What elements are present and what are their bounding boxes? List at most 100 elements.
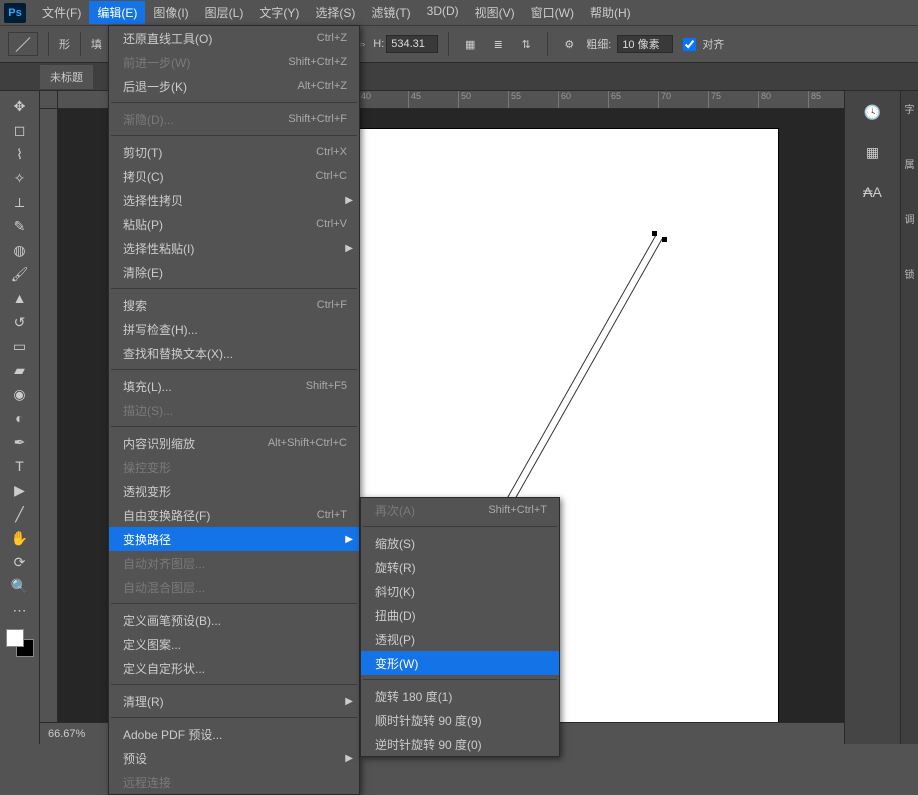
align-edges-checkbox[interactable]: [683, 38, 696, 51]
menu-文字[interactable]: 文字(Y): [251, 1, 307, 24]
menu-3d[interactable]: 3D(D): [419, 1, 467, 24]
tool-eyedropper[interactable]: ✎: [8, 215, 32, 237]
menu-窗口[interactable]: 窗口(W): [523, 1, 582, 24]
tool-gradient[interactable]: ▰: [8, 359, 32, 381]
thickness-input[interactable]: [617, 35, 673, 53]
edit-menu-item-34[interactable]: Adobe PDF 预设...: [109, 722, 359, 746]
edit-menu-item-32[interactable]: 清理(R)▶: [109, 689, 359, 713]
edit-menu-label: 粘贴(P): [123, 216, 163, 233]
tool-type[interactable]: T: [8, 455, 32, 477]
menu-选择[interactable]: 选择(S): [307, 1, 363, 24]
tool-spot-heal[interactable]: ◍: [8, 239, 32, 261]
zoom-level[interactable]: 66.67%: [48, 728, 85, 740]
tool-marquee-rect[interactable]: ◻: [8, 119, 32, 141]
tool-move[interactable]: ✥: [8, 95, 32, 117]
edit-menu-label: 填充(L)...: [123, 378, 172, 395]
menu-视图[interactable]: 视图(V): [467, 1, 523, 24]
edit-menu-item-30[interactable]: 定义自定形状...: [109, 656, 359, 680]
edit-menu-item-4: 渐隐(D)...Shift+Ctrl+F: [109, 107, 359, 131]
align-icon[interactable]: ≣: [487, 33, 509, 55]
edit-menu-item-2[interactable]: 后退一步(K)Alt+Ctrl+Z: [109, 74, 359, 98]
tool-history-brush[interactable]: ↺: [8, 311, 32, 333]
menu-文件[interactable]: 文件(F): [34, 1, 89, 24]
tool-stamp[interactable]: ▲: [8, 287, 32, 309]
edit-menu-item-20[interactable]: 内容识别缩放Alt+Shift+Ctrl+C: [109, 431, 359, 455]
shortcut-label: Ctrl+F: [317, 299, 347, 311]
panel-char-icon[interactable]: ₳A: [861, 181, 885, 203]
menu-图层[interactable]: 图层(L): [197, 1, 252, 24]
shortcut-label: Shift+Ctrl+Z: [288, 56, 347, 68]
edit-menu-item-0[interactable]: 还原直线工具(O)Ctrl+Z: [109, 26, 359, 50]
edit-menu-item-24[interactable]: 变换路径▶: [109, 527, 359, 551]
transform-menu-item-11[interactable]: 逆时针旋转 90 度(0): [361, 732, 559, 756]
edit-menu-item-28[interactable]: 定义画笔预设(B)...: [109, 608, 359, 632]
edit-menu-item-17[interactable]: 填充(L)...Shift+F5: [109, 374, 359, 398]
menu-图像[interactable]: 图像(I): [145, 1, 196, 24]
menu-帮助[interactable]: 帮助(H): [582, 1, 639, 24]
edit-menu-item-21: 操控变形: [109, 455, 359, 479]
edit-menu-item-13[interactable]: 搜索Ctrl+F: [109, 293, 359, 317]
thickness-label: 粗细:: [586, 36, 611, 52]
edit-menu-label: 选择性粘贴(I): [123, 240, 194, 257]
gear-icon[interactable]: ⚙: [558, 33, 580, 55]
transform-menu-label: 顺时针旋转 90 度(9): [375, 712, 482, 729]
panel-tab-锁[interactable]: 锁: [905, 266, 915, 281]
transform-menu-label: 扭曲(D): [375, 607, 416, 624]
tool-hand[interactable]: ✋: [8, 527, 32, 549]
tool-magic-wand[interactable]: ✧: [8, 167, 32, 189]
edit-menu-item-6[interactable]: 剪切(T)Ctrl+X: [109, 140, 359, 164]
edit-menu-item-10[interactable]: 选择性粘贴(I)▶: [109, 236, 359, 260]
panel-tab-属[interactable]: 属: [905, 156, 915, 171]
panel-tab-调[interactable]: 调: [905, 211, 915, 226]
transform-menu-item-10[interactable]: 顺时针旋转 90 度(9): [361, 708, 559, 732]
transform-menu-item-4[interactable]: 斜切(K): [361, 579, 559, 603]
tool-edit-toolbar[interactable]: ⋯: [8, 599, 32, 621]
edit-menu-item-9[interactable]: 粘贴(P)Ctrl+V: [109, 212, 359, 236]
edit-menu-label: 查找和替换文本(X)...: [123, 345, 233, 362]
menu-编辑[interactable]: 编辑(E): [89, 1, 145, 24]
panel-history-icon[interactable]: 🕓: [861, 101, 885, 123]
tool-lasso[interactable]: ⌇: [8, 143, 32, 165]
edit-menu-item-8[interactable]: 选择性拷贝▶: [109, 188, 359, 212]
tool-dodge[interactable]: ◐: [8, 407, 32, 429]
shape-mode-label[interactable]: 形: [59, 36, 70, 52]
panel-swatches-icon[interactable]: ▦: [861, 141, 885, 163]
edit-menu-item-1: 前进一步(W)Shift+Ctrl+Z: [109, 50, 359, 74]
tool-zoom[interactable]: 🔍: [8, 575, 32, 597]
tool-rotate-view[interactable]: ⟳: [8, 551, 32, 573]
edit-menu-item-35[interactable]: 预设▶: [109, 746, 359, 770]
tool-brush[interactable]: 🖌: [8, 263, 32, 285]
transform-menu-item-6[interactable]: 透视(P): [361, 627, 559, 651]
edit-menu-item-15[interactable]: 查找和替换文本(X)...: [109, 341, 359, 365]
edit-menu-item-11[interactable]: 清除(E): [109, 260, 359, 284]
edit-menu-item-29[interactable]: 定义图案...: [109, 632, 359, 656]
menu-滤镜[interactable]: 滤镜(T): [363, 1, 418, 24]
height-input[interactable]: [386, 35, 438, 53]
edit-menu-item-23[interactable]: 自由变换路径(F)Ctrl+T: [109, 503, 359, 527]
transform-menu-item-3[interactable]: 旋转(R): [361, 555, 559, 579]
edit-menu-item-7[interactable]: 拷贝(C)Ctrl+C: [109, 164, 359, 188]
edit-menu-label: 选择性拷贝: [123, 192, 183, 209]
edit-menu-item-22[interactable]: 透视变形: [109, 479, 359, 503]
tool-eraser[interactable]: ▭: [8, 335, 32, 357]
transform-menu-item-5[interactable]: 扭曲(D): [361, 603, 559, 627]
edit-menu-item-14[interactable]: 拼写检查(H)...: [109, 317, 359, 341]
tool-crop[interactable]: ⟂: [8, 191, 32, 213]
tool-path-select[interactable]: ▶: [8, 479, 32, 501]
ruler-tick: 65: [608, 91, 621, 109]
tool-pen[interactable]: ✒: [8, 431, 32, 453]
arrange-icon[interactable]: ⇅: [515, 33, 537, 55]
path-ops-icon[interactable]: ▦: [459, 33, 481, 55]
tool-blur[interactable]: ◉: [8, 383, 32, 405]
color-swatches[interactable]: [6, 629, 34, 657]
tool-line[interactable]: ╱: [8, 503, 32, 525]
transform-menu-item-2[interactable]: 缩放(S): [361, 531, 559, 555]
panel-tab-字[interactable]: 字: [905, 101, 915, 116]
document-tab[interactable]: 未标题: [40, 65, 93, 89]
transform-menu-item-9[interactable]: 旋转 180 度(1): [361, 684, 559, 708]
transform-menu-item-7[interactable]: 变形(W): [361, 651, 559, 675]
ruler-tick: 70: [658, 91, 671, 109]
edit-menu-dropdown: 还原直线工具(O)Ctrl+Z前进一步(W)Shift+Ctrl+Z后退一步(K…: [108, 25, 360, 795]
tool-preset-icon[interactable]: [8, 32, 38, 56]
edit-menu-label: 清除(E): [123, 264, 163, 281]
